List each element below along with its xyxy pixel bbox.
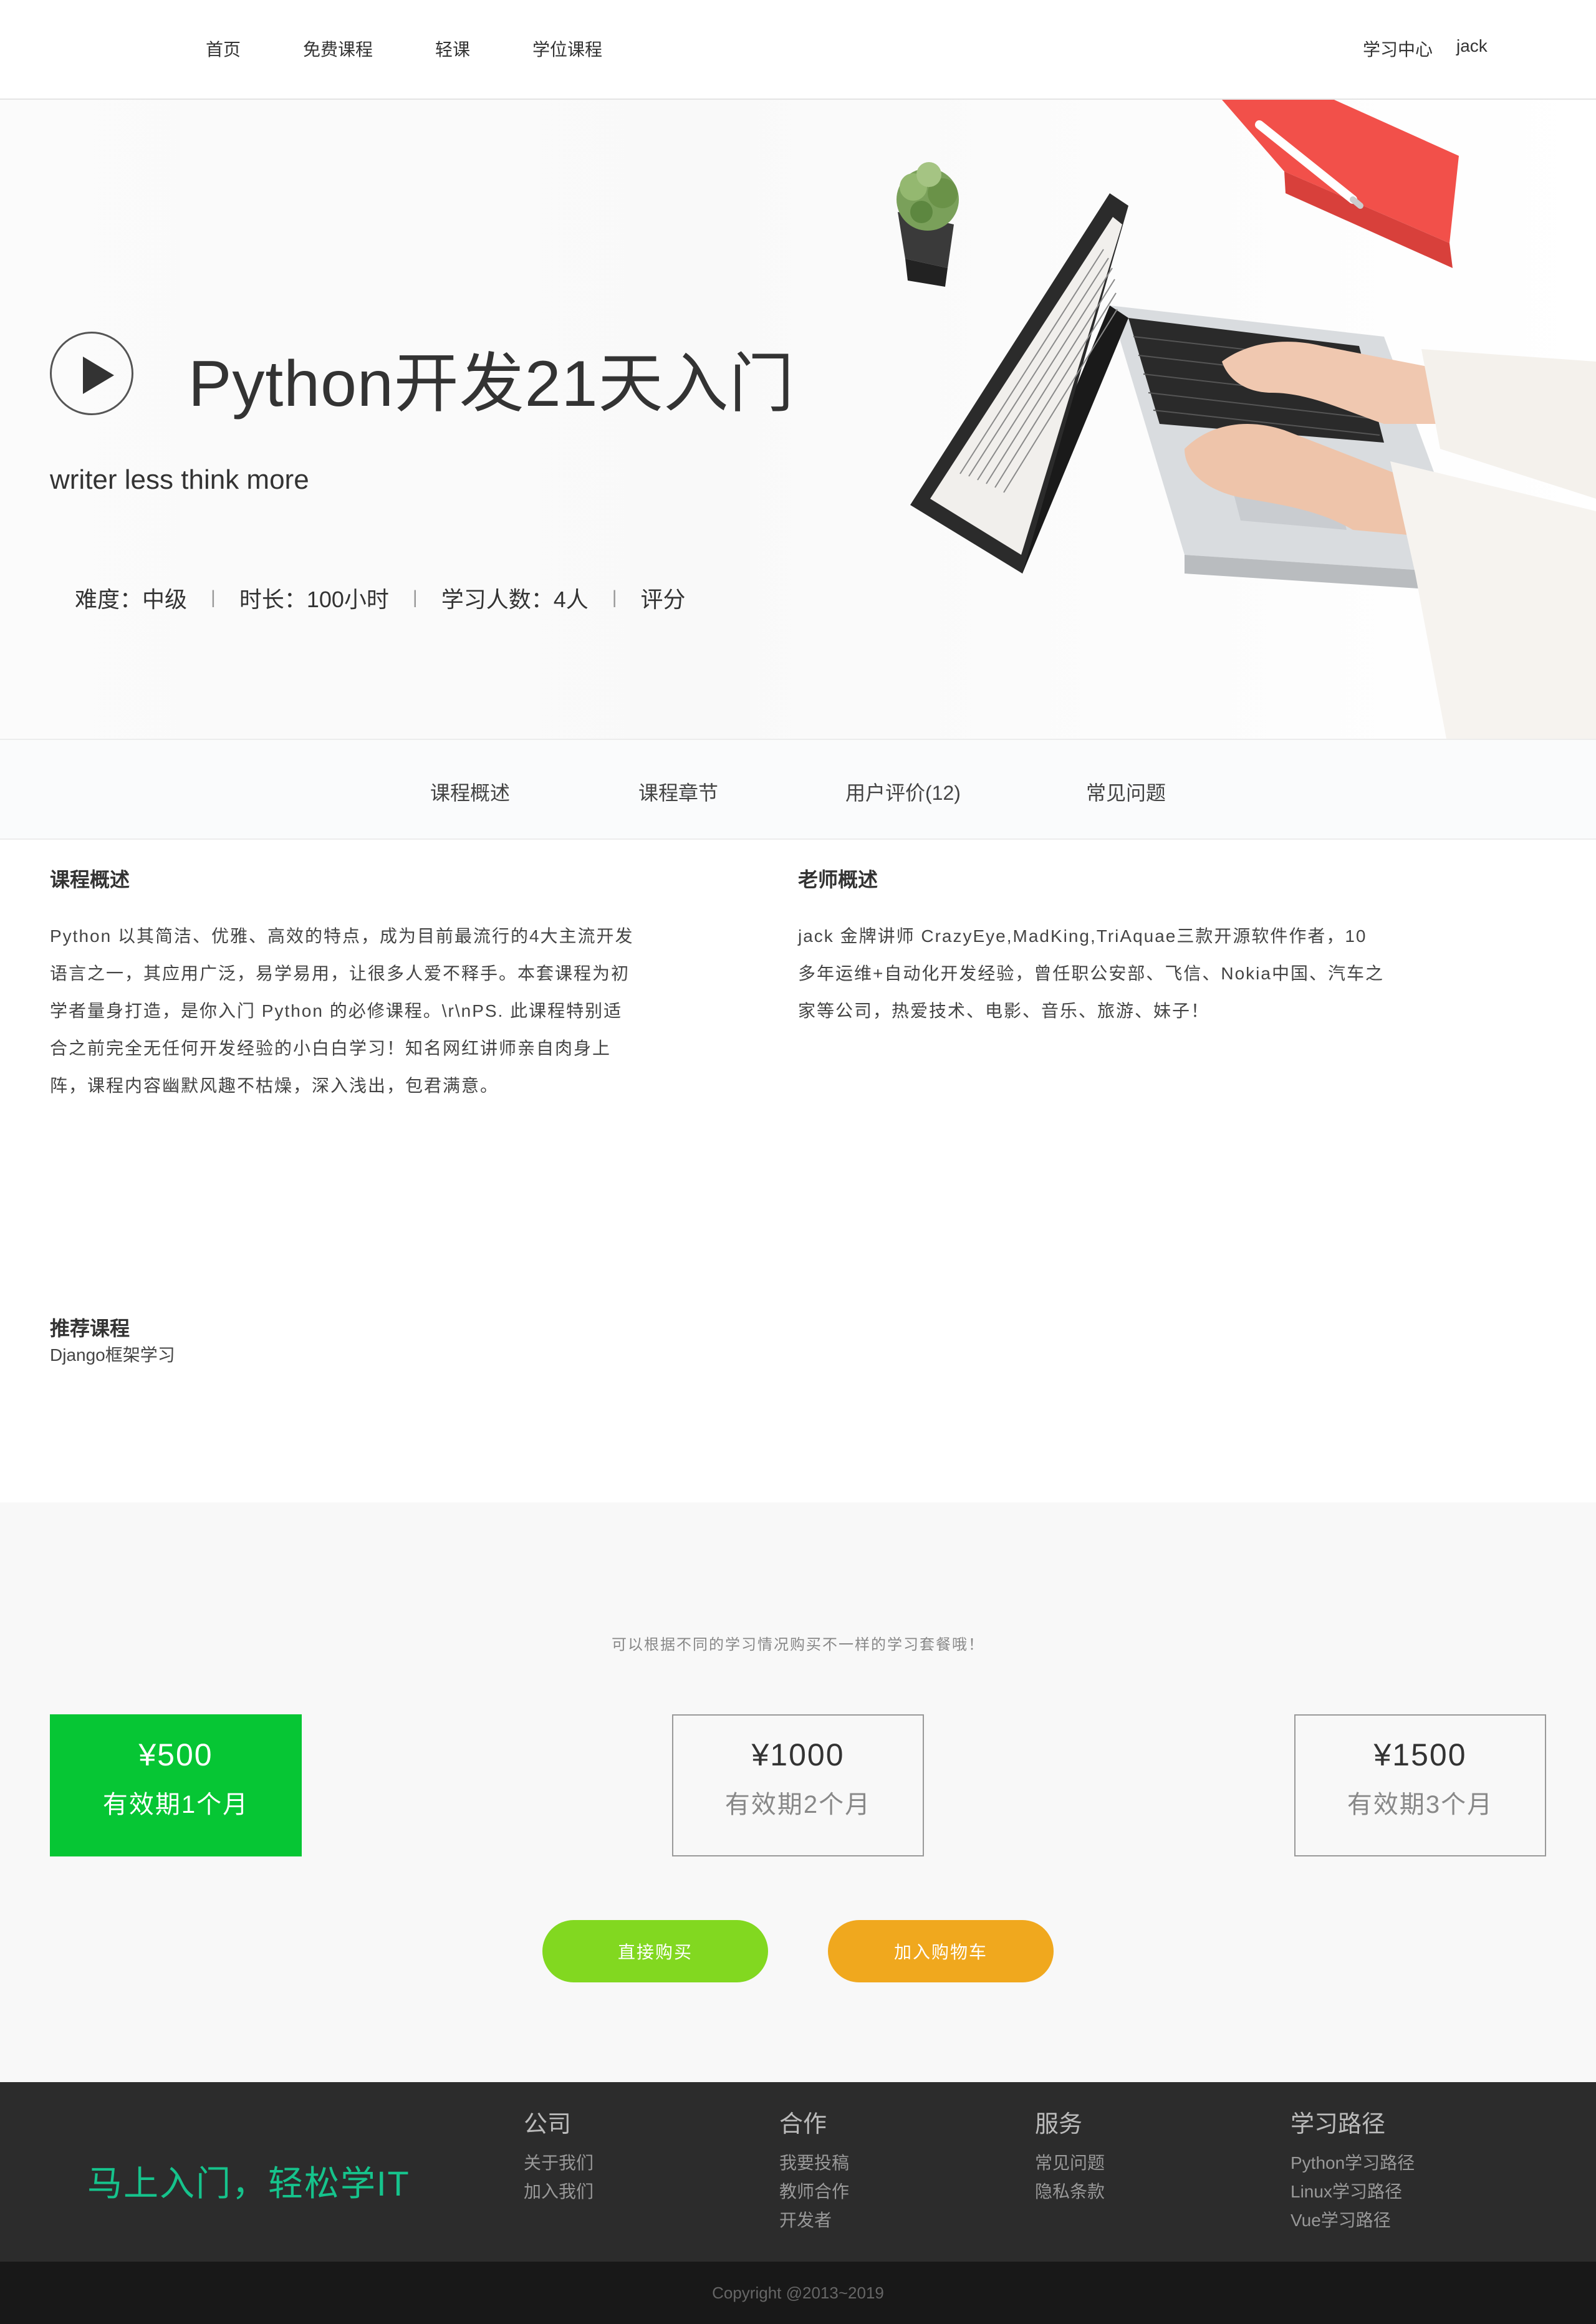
- site-footer: 马上入门，轻松学IT 公司 关于我们 加入我们 合作 我要投稿 教师合作 开发者…: [0, 2082, 1596, 2262]
- footer-column-title: 合作: [779, 2111, 827, 2138]
- footer-column-service: 服务 常见问题 隐私条款: [1035, 2105, 1105, 2206]
- tab-faq[interactable]: 常见问题: [1086, 777, 1166, 806]
- course-difficulty: 难度：中级: [75, 587, 188, 612]
- course-rating: 评分: [640, 587, 686, 612]
- nav-degree-courses[interactable]: 学位课程: [532, 36, 602, 61]
- course-title: Python开发21天入门: [188, 348, 795, 420]
- copyright-bar: Copyright @2013~2019: [0, 2262, 1596, 2324]
- plan-card-3-month[interactable]: ¥1500 有效期3个月: [1294, 1714, 1546, 1856]
- course-overview-title: 课程概述: [50, 868, 130, 891]
- footer-column-title: 服务: [1035, 2111, 1083, 2138]
- plan-validity: 有效期2个月: [724, 1791, 872, 1818]
- footer-column-cooperation: 合作 我要投稿 教师合作 开发者: [779, 2105, 849, 2235]
- overview-line: 合之前完全无任何开发经验的小白白学习！知名网红讲师亲自肉身上: [50, 1039, 612, 1058]
- overview-line: 阵，课程内容幽默风趣不枯燥，深入浅出，包君满意。: [50, 1076, 499, 1095]
- course-subtitle: writer less think more: [50, 464, 309, 495]
- laptop-illustration: [897, 100, 1596, 739]
- play-video-button[interactable]: [50, 332, 133, 415]
- tab-chapters[interactable]: 课程章节: [638, 777, 718, 806]
- tab-reviews[interactable]: 用户评价(12): [845, 777, 961, 806]
- overview-line: 语言之一，其应用广泛，易学易用，让很多人爱不释手。本套课程为初: [50, 964, 630, 983]
- nav-light-courses[interactable]: 轻课: [435, 36, 470, 61]
- course-overview-text: Python 以其简洁、优雅、高效的特点，成为目前最流行的4大主流开发 语言之一…: [50, 918, 634, 1105]
- footer-link[interactable]: 我要投稿: [779, 2149, 849, 2178]
- meta-separator: |: [412, 587, 418, 608]
- play-icon: [83, 357, 114, 394]
- recommend-course-link[interactable]: Django框架学习: [50, 1342, 175, 1366]
- teacher-line: 家等公司，热爱技术、电影、音乐、旅游、妹子！: [798, 1001, 1210, 1020]
- footer-column-title: 公司: [524, 2111, 572, 2138]
- course-banner: Python开发21天入门 writer less think more 难度：…: [0, 100, 1596, 739]
- footer-link[interactable]: 关于我们: [524, 2149, 594, 2178]
- pricing-section: 可以根据不同的学习情况购买不一样的学习套餐哦！ ¥500 有效期1个月 ¥100…: [0, 1502, 1596, 2082]
- learning-center-link[interactable]: 学习中心: [1363, 36, 1433, 61]
- course-meta: 难度：中级 | 时长：100小时 | 学习人数：4人 | 评分: [75, 582, 686, 614]
- footer-link[interactable]: 常见问题: [1035, 2149, 1105, 2178]
- plan-validity: 有效期1个月: [102, 1791, 249, 1818]
- teacher-overview-text: jack 金牌讲师 CrazyEye,MadKing,TriAquae三款开源软…: [798, 918, 1384, 1030]
- recommend-title: 推荐课程: [50, 1317, 130, 1340]
- footer-column-learning-path: 学习路径 Python学习路径 Linux学习路径 Vue学习路径: [1291, 2105, 1415, 2235]
- footer-link[interactable]: Vue学习路径: [1291, 2206, 1415, 2235]
- footer-link[interactable]: 教师合作: [779, 2178, 849, 2206]
- footer-column-title: 学习路径: [1291, 2111, 1386, 2138]
- plan-price: ¥1500: [1373, 1737, 1467, 1772]
- overview-line: 学者量身打造，是你入门 Python 的必修课程。\r\nPS. 此课程特别适: [50, 1001, 623, 1020]
- plan-card-1-month[interactable]: ¥500 有效期1个月: [50, 1714, 302, 1856]
- pricing-tip: 可以根据不同的学习情况购买不一样的学习套餐哦！: [612, 1636, 984, 1653]
- plan-validity: 有效期3个月: [1347, 1791, 1494, 1818]
- user-name-link[interactable]: jack: [1456, 36, 1488, 56]
- course-duration: 时长：100小时: [239, 587, 389, 612]
- teacher-line: 多年运维+自动化开发经验，曾任职公安部、飞信、Nokia中国、汽车之: [798, 964, 1384, 983]
- teacher-overview-title: 老师概述: [798, 868, 878, 891]
- course-tabs: 课程概述 课程章节 用户评价(12) 常见问题: [0, 739, 1596, 840]
- nav-free-courses[interactable]: 免费课程: [303, 36, 373, 61]
- plant-image: [897, 162, 959, 287]
- plan-card-2-month[interactable]: ¥1000 有效期2个月: [672, 1714, 924, 1856]
- plan-price: ¥1000: [751, 1737, 845, 1772]
- course-students: 学习人数：4人: [441, 587, 589, 612]
- plan-price: ¥500: [138, 1737, 213, 1772]
- footer-link[interactable]: 隐私条款: [1035, 2178, 1105, 2206]
- footer-column-company: 公司 关于我们 加入我们: [524, 2105, 594, 2206]
- add-to-cart-button[interactable]: 加入购物车: [828, 1920, 1054, 1982]
- footer-link[interactable]: 加入我们: [524, 2178, 594, 2206]
- teacher-line: jack 金牌讲师 CrazyEye,MadKing,TriAquae三款开源软…: [798, 926, 1367, 946]
- copyright-text: Copyright @2013~2019: [712, 2283, 884, 2302]
- footer-link[interactable]: Python学习路径: [1291, 2149, 1415, 2178]
- nav-home[interactable]: 首页: [206, 36, 241, 61]
- footer-link[interactable]: 开发者: [779, 2206, 849, 2235]
- buy-now-button[interactable]: 直接购买: [542, 1920, 768, 1982]
- footer-slogan: 马上入门，轻松学IT: [87, 2164, 410, 2203]
- top-navbar: 首页 免费课程 轻课 学位课程 学习中心 jack: [0, 0, 1596, 100]
- overview-line: Python 以其简洁、优雅、高效的特点，成为目前最流行的4大主流开发: [50, 926, 634, 946]
- footer-link[interactable]: Linux学习路径: [1291, 2178, 1415, 2206]
- notebook-image: [1222, 100, 1459, 268]
- tab-overview[interactable]: 课程概述: [430, 777, 510, 806]
- meta-separator: |: [612, 587, 617, 608]
- meta-separator: |: [211, 587, 216, 608]
